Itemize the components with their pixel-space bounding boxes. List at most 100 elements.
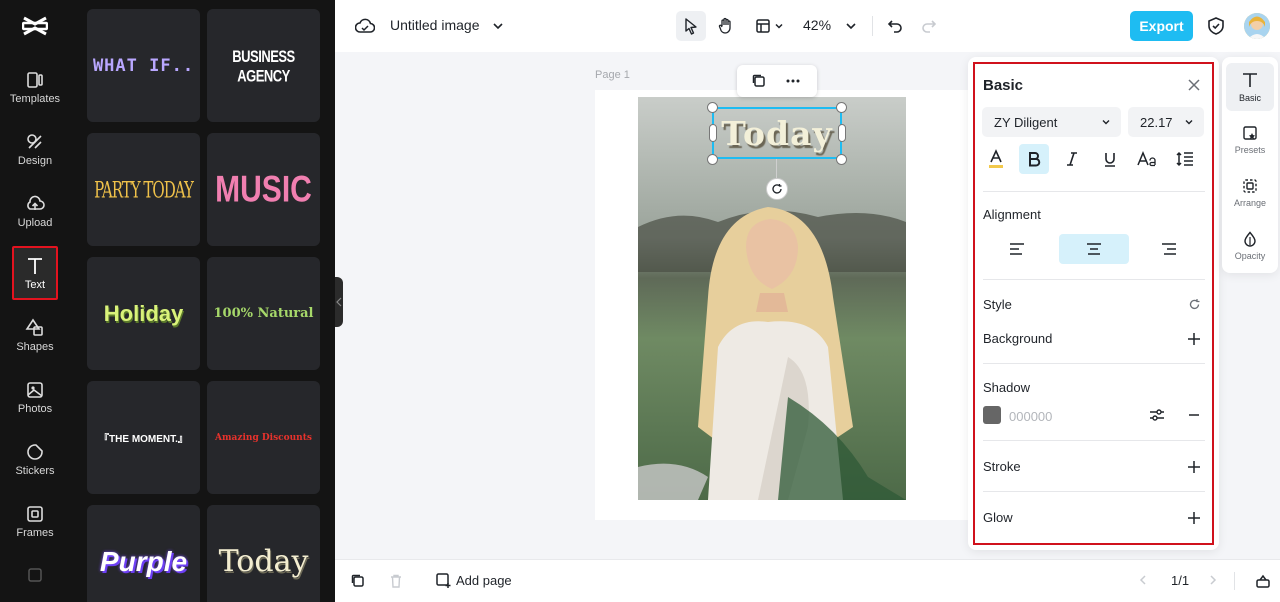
zoom-level[interactable]: 42% xyxy=(803,17,831,33)
template-text: Holiday xyxy=(103,300,184,326)
template-tile[interactable]: Amazing Discounts xyxy=(207,381,320,494)
template-tile[interactable]: Today xyxy=(207,505,320,602)
next-page-icon[interactable] xyxy=(1207,574,1219,586)
chevron-down-icon xyxy=(1102,120,1110,125)
shadow-color-value[interactable]: 000000 xyxy=(1009,409,1052,424)
resize-handle-bottom-left[interactable] xyxy=(707,154,718,165)
template-tile[interactable]: PARTY TODAY xyxy=(87,133,200,246)
template-tile[interactable]: BUSINESS AGENCY xyxy=(207,9,320,122)
rail-item-upload[interactable]: Upload xyxy=(0,194,70,244)
rail-item-photos[interactable]: Photos xyxy=(0,380,70,430)
text-color-button[interactable] xyxy=(981,144,1011,174)
selected-text-box[interactable]: Today xyxy=(712,107,842,159)
template-tile[interactable]: Holiday xyxy=(87,257,200,370)
redo-icon[interactable] xyxy=(920,17,938,35)
tab-opacity[interactable]: Opacity xyxy=(1226,222,1274,270)
more-icon[interactable] xyxy=(27,567,43,583)
template-tile[interactable]: 100% Natural xyxy=(207,257,320,370)
stroke-label: Stroke xyxy=(983,459,1021,474)
align-left-button[interactable] xyxy=(982,234,1052,264)
rail-item-text[interactable]: Text xyxy=(12,246,58,300)
add-page-button[interactable]: Add page xyxy=(456,573,512,588)
align-center-button[interactable] xyxy=(1059,234,1129,264)
align-right-button[interactable] xyxy=(1134,234,1204,264)
remove-shadow-icon[interactable] xyxy=(1188,408,1200,422)
underline-button[interactable] xyxy=(1095,144,1125,174)
add-background-icon[interactable] xyxy=(1187,332,1201,346)
template-text: Purple xyxy=(99,545,188,577)
hand-tool-button[interactable] xyxy=(711,11,741,41)
duplicate-page-icon[interactable] xyxy=(350,573,366,589)
rotate-handle[interactable] xyxy=(766,178,788,200)
opacity-icon xyxy=(1244,231,1256,247)
resize-handle-top-right[interactable] xyxy=(836,102,847,113)
shield-icon[interactable] xyxy=(1207,16,1225,36)
underline-icon xyxy=(1105,153,1115,167)
shadow-color-swatch[interactable] xyxy=(983,406,1001,424)
font-size-value: 22.17 xyxy=(1140,114,1173,130)
avatar[interactable] xyxy=(1244,13,1270,39)
rail-item-templates[interactable]: Templates xyxy=(0,70,70,120)
rail-label: Frames xyxy=(16,527,54,539)
layout-icon xyxy=(755,19,770,33)
rail-item-shapes[interactable]: Shapes xyxy=(0,318,70,368)
resize-handle-right[interactable] xyxy=(838,124,846,142)
bold-icon xyxy=(1029,152,1041,167)
text-icon xyxy=(28,258,42,274)
toolbar-divider xyxy=(872,16,873,36)
frames-icon xyxy=(27,506,43,522)
hand-icon xyxy=(718,17,731,34)
add-stroke-icon[interactable] xyxy=(1187,460,1201,474)
rail-item-design[interactable]: Design xyxy=(0,132,70,182)
reset-style-icon[interactable] xyxy=(1188,298,1201,311)
template-tile[interactable]: WHAT IF.. xyxy=(87,9,200,122)
bold-button[interactable] xyxy=(1019,144,1049,174)
alignment-label: Alignment xyxy=(983,207,1041,222)
template-text: PARTY TODAY xyxy=(94,176,194,203)
template-text: MUSIC xyxy=(215,168,312,210)
resize-handle-top-left[interactable] xyxy=(707,102,718,113)
template-tile[interactable]: Purple xyxy=(87,505,200,602)
line-spacing-button[interactable] xyxy=(1170,144,1200,174)
collapse-panel-handle[interactable] xyxy=(335,277,343,327)
text-case-icon xyxy=(1137,151,1156,167)
layout-button[interactable] xyxy=(749,11,789,41)
select-tool-button[interactable] xyxy=(676,11,706,41)
shadow-settings-icon[interactable] xyxy=(1149,408,1165,422)
zoom-chevron-down-icon[interactable] xyxy=(845,20,857,32)
page-panel-icon[interactable] xyxy=(1255,573,1271,589)
tab-basic[interactable]: Basic xyxy=(1226,63,1274,111)
trash-icon[interactable] xyxy=(388,573,404,589)
text-case-button[interactable] xyxy=(1132,144,1162,174)
document-title[interactable]: Untitled image xyxy=(390,17,480,33)
rail-item-frames[interactable]: Frames xyxy=(0,504,70,554)
rail-item-stickers[interactable]: Stickers xyxy=(0,442,70,492)
resize-handle-left[interactable] xyxy=(709,124,717,142)
undo-icon[interactable] xyxy=(886,17,904,35)
cloud-icon[interactable] xyxy=(355,16,375,36)
chevron-down-icon[interactable] xyxy=(492,20,504,32)
align-left-icon xyxy=(1010,243,1024,255)
close-icon[interactable] xyxy=(1187,78,1201,92)
stickers-icon xyxy=(27,444,43,460)
template-text: 『THE MOMENT.』 xyxy=(99,434,188,445)
more-options-icon[interactable] xyxy=(785,73,801,89)
font-size-select[interactable]: 22.17 xyxy=(1128,107,1204,137)
text-icon xyxy=(1243,73,1257,87)
tab-arrange[interactable]: Arrange xyxy=(1226,169,1274,217)
font-family-select[interactable]: ZY Diligent xyxy=(982,107,1121,137)
export-button[interactable]: Export xyxy=(1130,11,1193,41)
copy-icon[interactable] xyxy=(751,73,767,89)
align-center-icon xyxy=(1087,243,1101,255)
italic-button[interactable] xyxy=(1057,144,1087,174)
template-tile[interactable]: MUSIC xyxy=(207,133,320,246)
resize-handle-bottom-right[interactable] xyxy=(836,154,847,165)
prev-page-icon[interactable] xyxy=(1137,574,1149,586)
style-label: Style xyxy=(983,297,1012,312)
divider xyxy=(983,491,1205,492)
template-tile[interactable]: 『THE MOMENT.』 xyxy=(87,381,200,494)
tab-presets[interactable]: Presets xyxy=(1226,116,1274,164)
add-glow-icon[interactable] xyxy=(1187,511,1201,525)
page-counter: 1/1 xyxy=(1171,573,1190,588)
add-page-icon[interactable] xyxy=(435,572,452,589)
